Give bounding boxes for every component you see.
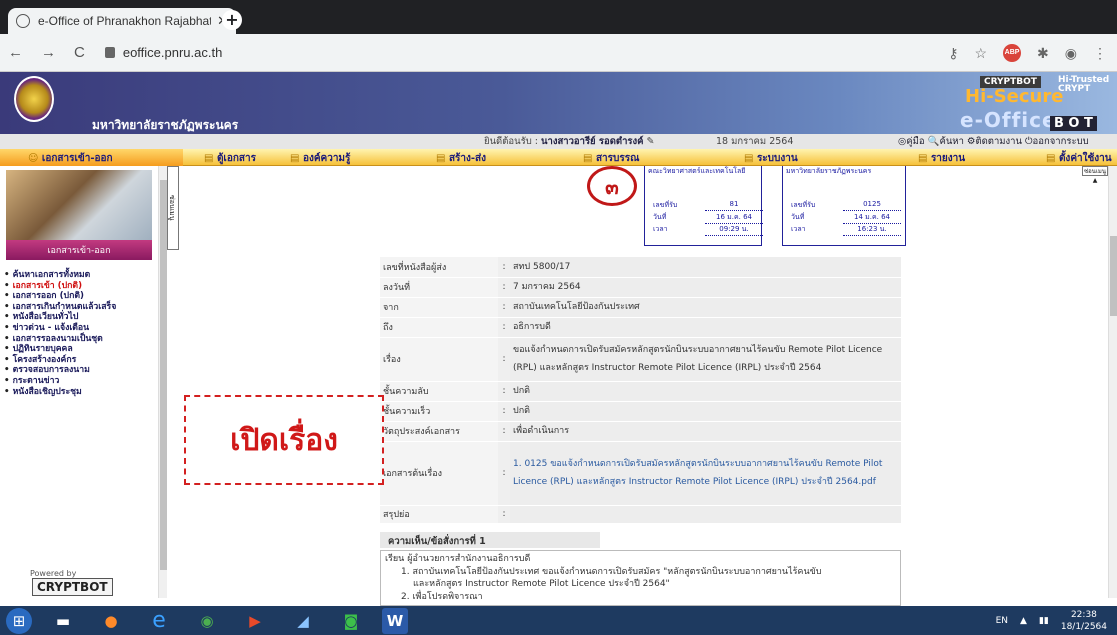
detail-row: จาก: สถาบันเทคโนโลยีป้องกันประเทศ [380,297,901,318]
university-name: มหาวิทยาลัยราชภัฏพระนคร [92,118,239,132]
sidebar-item-calendar[interactable]: ปฏิทินรายบุคคล [4,344,116,355]
lock-icon [104,47,115,58]
tab-title: e-Office of Phranakhon Rajabhat [38,14,212,28]
sidebar-item-meeting[interactable]: หนังสือเชิญประชุม [4,387,116,398]
document-details: เลขที่หนังสือผู้ส่ง: สทป 5800/17 ลงวันที่… [380,257,901,524]
sidebar-header: เอกสารเข้า-ออก [6,240,152,260]
sidebar-item-verify-sign[interactable]: ตรวจสอบการลงนาม [4,365,116,376]
sidebar-list: ค้นหาเอกสารทั้งหมด เอกสารเข้า (ปกติ) เอก… [4,270,117,398]
detail-row: ถึง: อธิการบดี [380,317,901,338]
sidebar-item-batch-sign[interactable]: เอกสารรอลงนามเป็นชุด [4,334,116,345]
detail-row: เรื่อง: ขอแจ้งกำหนดการเปิดรับสมัครหลักสูต… [380,337,901,382]
reload-icon[interactable]: C [74,44,85,61]
back-icon[interactable]: ← [8,44,23,61]
annotation-number: ๓ [587,166,637,206]
app-icon[interactable]: ◢ [286,608,320,634]
comments-body: เรียน ผู้อำนวยการสำนักงานอธิการบดี 1. สถ… [380,550,901,606]
sidebar-item-org[interactable]: โครงสร้างองค์กร [4,355,116,366]
cryptbot-logo: CRYPTBOT [32,578,113,596]
sidebar-item-overdue[interactable]: เอกสารเกินกำหนดแล้วเสร็จ [4,302,117,313]
extension-icon[interactable]: ✱ [1037,45,1049,62]
user-info-bar: ยินดีต้อนรับ : นางสาวอารีย์ รอดตำรงค์ ✎ … [0,134,1117,149]
start-icon[interactable]: ⊞ [6,607,32,634]
menu-cabinet[interactable]: ตู้เอกสาร [204,151,256,166]
menu-report[interactable]: รายงาน [918,151,965,166]
star-icon[interactable]: ☆ [974,45,987,62]
comments-section: ความเห็น/ข้อสั่งการที่ 1 เรียน ผู้อำนวยก… [380,532,901,606]
globe-icon [16,14,30,28]
file-explorer-icon[interactable]: ▬ [46,608,80,634]
firefox-icon[interactable]: ● [94,608,128,634]
adblock-icon[interactable]: ABP [1003,44,1022,62]
detail-row: ลงวันที่:7 มกราคม 2564 [380,277,901,298]
university-seal-icon [14,76,54,122]
user-name: นางสาวอารีย์ รอดตำรงค์ [540,136,644,147]
forward-icon[interactable]: → [41,44,56,61]
receive-stamps: คณะวิทยาศาสตร์และเทคโนโลยี เลขที่รับ 81 ว… [644,166,907,248]
detail-row: เอกสารต้นเรื่อง:1. 0125 ขอแจ้งกำหนดการเป… [380,441,901,506]
sidebar: เอกสารเข้า-ออก ค้นหาเอกสารทั้งหมด เอกสาร… [0,166,158,606]
site-banner: มหาวิทยาลัยราชภัฏพระนคร CRYPTBOT Hi-Secu… [0,72,1117,134]
hide-menu-tab[interactable]: ซ่อนเมนู [167,166,179,250]
system-tray: EN ▲ ▮▮ 22:38 18/1/2564 [996,606,1107,635]
brand-eoffice: e-Office [960,108,1057,132]
browser-tab-bar: e-Office of Phranakhon Rajabhat ✕ + [0,0,1117,34]
main-menu: เอกสารเข้า-ออก ตู้เอกสาร องค์ความรู้ สร้… [0,149,1117,166]
detail-row: ชั้นความเร็ว: ปกติ [380,401,901,422]
welcome-text: ยินดีต้อนรับ : นางสาวอารีย์ รอดตำรงค์ ✎ [484,136,655,147]
brand-hitrusted: Hi-Trusted CRYPT [1058,75,1110,94]
toolbar-links[interactable]: ◎คู่มือ 🔍ค้นหา ⚙ติดตามงาน ⏻ออกจากระบบ [898,134,1089,149]
stamp-faculty: คณะวิทยาศาสตร์และเทคโนโลยี เลขที่รับ 81 ว… [644,166,763,246]
windows-taskbar: ⊞ ▬ ● e ◉ ▶ ◢ ◙ W [0,606,1117,635]
open-document-callout: เปิดเรื่อง [184,395,384,485]
brand-hisecure: Hi-Secure [965,86,1064,107]
network-icon[interactable]: ▮▮ [1039,616,1049,626]
sidebar-item-circular[interactable]: หนังสือเวียนทั่วไป [4,312,116,323]
media-player-icon[interactable]: ▶ [238,608,272,634]
comments-header: ความเห็น/ข้อสั่งการที่ 1 [380,532,600,548]
stamp-university: มหาวิทยาลัยราชภัฏพระนคร เลขที่รับ 0125 วั… [782,166,906,246]
brand-bot: B O T [1050,116,1097,131]
chrome-icon[interactable]: ◉ [190,608,224,634]
detail-row: สรุปย่อ: [380,505,901,524]
menu-icon[interactable]: ⋮ [1093,45,1107,62]
menu-saraban[interactable]: สารบรรณ [583,151,639,166]
address-bar-row: ← → C eoffice.pnru.ac.th ⚷ ☆ ABP ✱ ◉ ⋮ [0,34,1117,72]
sidebar-scrollbar[interactable] [158,166,167,598]
language-indicator[interactable]: EN [996,616,1008,626]
menu-knowledge[interactable]: องค์ความรู้ [290,151,350,166]
ie-icon[interactable]: e [142,608,176,634]
sidebar-item-search-all[interactable]: ค้นหาเอกสารทั้งหมด [4,270,116,281]
menu-inout[interactable]: เอกสารเข้า-ออก [0,149,183,166]
powered-by: Powered by [30,569,77,578]
source-document-link[interactable]: 1. 0125 ขอแจ้งกำหนดการเปิดรับสมัครหลักสู… [510,441,901,506]
detail-row: เลขที่หนังสือผู้ส่ง: สทป 5800/17 [380,257,901,278]
content-scrollbar[interactable] [1108,166,1117,598]
detail-row: วัตถุประสงค์เอกสาร: เพื่อดำเนินการ [380,421,901,442]
key-icon[interactable]: ⚷ [948,45,958,62]
word-icon[interactable]: W [382,607,408,634]
sidebar-item-news[interactable]: กระดานข่าว [4,376,116,387]
detail-row: ชั้นความลับ: ปกติ [380,381,901,402]
browser-tab[interactable]: e-Office of Phranakhon Rajabhat ✕ [8,8,236,34]
sidebar-item-urgent[interactable]: ข่าวด่วน - แจ้งเตือน [4,323,116,334]
tray-arrow-icon[interactable]: ▲ [1020,616,1027,626]
new-tab-button[interactable]: + [222,10,242,30]
line-icon[interactable]: ◙ [334,608,368,634]
clock[interactable]: 22:38 18/1/2564 [1061,609,1107,633]
sidebar-item-incoming[interactable]: เอกสารเข้า (ปกติ) [4,281,116,292]
current-date: 18 มกราคม 2564 [716,136,794,147]
menu-create-send[interactable]: สร้าง-ส่ง [436,151,486,166]
menu-settings[interactable]: ตั้งค่าใช้งาน [1046,151,1112,166]
sidebar-item-outgoing[interactable]: เอกสารออก (ปกติ) [4,291,116,302]
url-text: eoffice.pnru.ac.th [122,45,223,60]
menu-system[interactable]: ระบบงาน [744,151,798,166]
profile-icon[interactable]: ◉ [1065,45,1077,62]
hide-menu-tab-right[interactable]: ซ่อนเมนู ▲ [1082,166,1108,184]
